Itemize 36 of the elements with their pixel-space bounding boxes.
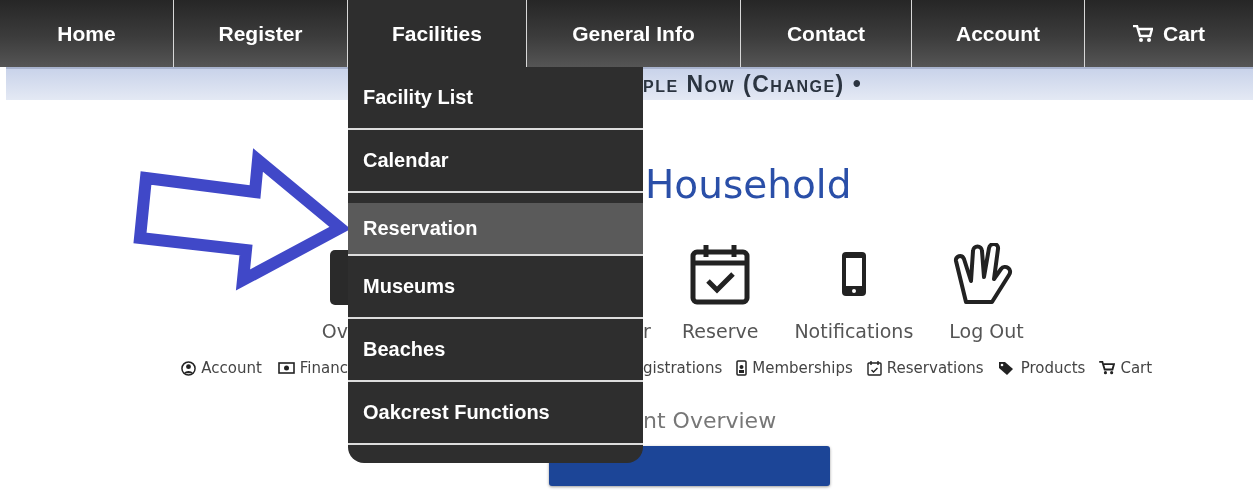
account-link[interactable]: Reservations xyxy=(866,356,984,380)
tile-label[interactable]: Reserve xyxy=(682,320,759,342)
account-link[interactable]: Financ xyxy=(277,356,348,380)
nav-tab[interactable]: Account xyxy=(912,0,1085,67)
tile-label[interactable]: r xyxy=(643,320,651,342)
banner-text: ple Now (Change) • xyxy=(643,71,863,98)
account-link[interactable]: gistrations xyxy=(643,356,723,380)
account-link[interactable]: Cart xyxy=(1099,356,1153,380)
banknote-icon xyxy=(277,362,295,374)
id-badge-icon xyxy=(736,360,748,376)
overview-heading: nt Overview xyxy=(643,407,778,435)
account-link[interactable]: Memberships xyxy=(736,356,853,380)
calendar-check-icon xyxy=(866,360,882,376)
tile-label[interactable]: Log Out xyxy=(949,320,1024,342)
menu-item[interactable]: Museums xyxy=(348,256,643,319)
user-circle-icon xyxy=(181,360,197,376)
nav-tab[interactable]: Facilities xyxy=(348,0,527,67)
menu-item[interactable]: Facility List xyxy=(348,67,643,130)
tile-icon[interactable] xyxy=(330,250,348,305)
nav-tab[interactable]: Home xyxy=(0,0,174,67)
cart-icon xyxy=(1099,361,1116,375)
calendar-check-icon[interactable] xyxy=(690,243,751,305)
nav-tab[interactable]: Cart xyxy=(1085,0,1253,67)
tile-label[interactable]: Notifications xyxy=(794,320,914,342)
tile-label[interactable]: Ov xyxy=(322,320,348,342)
cart-icon xyxy=(1133,24,1153,43)
account-link[interactable]: Products xyxy=(997,356,1086,380)
account-link[interactable]: Account xyxy=(181,356,262,380)
nav-tab[interactable]: Contact xyxy=(741,0,912,67)
menu-item[interactable]: Beaches xyxy=(348,319,643,382)
tags-icon xyxy=(997,360,1016,376)
phone-icon[interactable] xyxy=(841,252,866,296)
nav-tab[interactable]: Register xyxy=(174,0,348,67)
nav-tab[interactable]: General Info xyxy=(527,0,741,67)
household-heading: Household xyxy=(645,162,853,208)
menu-item[interactable]: Oakcrest Functions xyxy=(348,382,643,445)
